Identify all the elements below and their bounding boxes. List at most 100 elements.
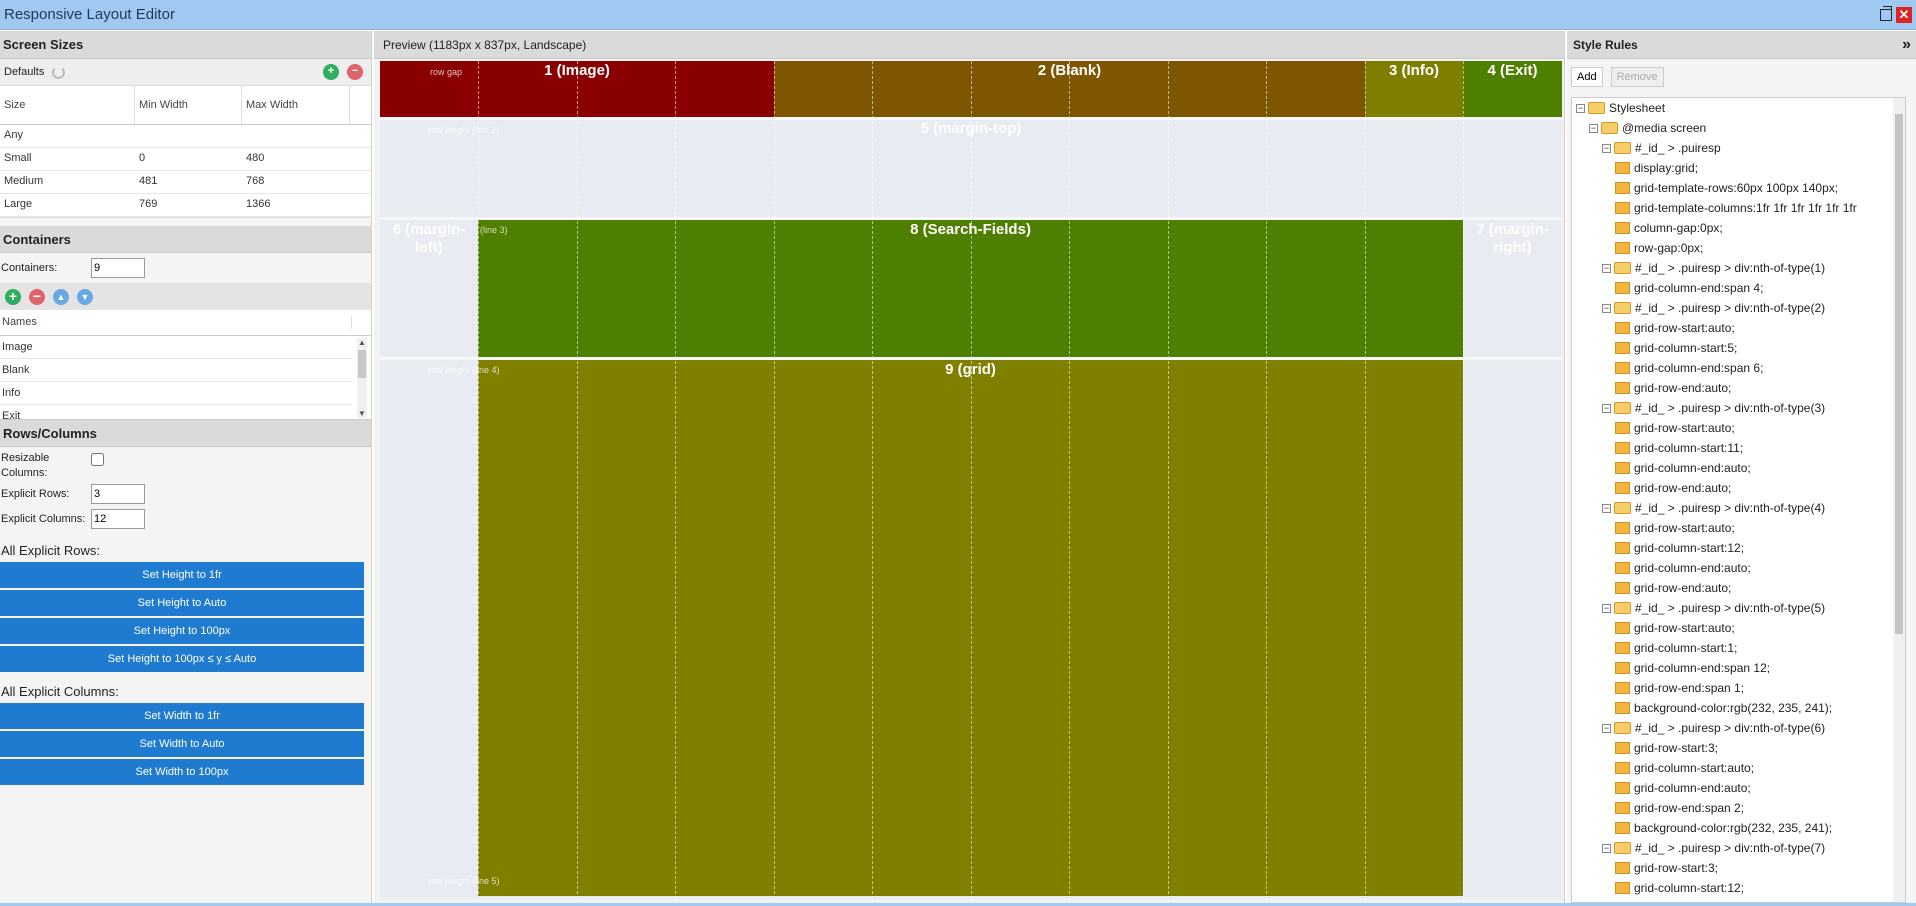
table-row[interactable]: Small 0 480	[0, 148, 371, 171]
set-height-auto-button[interactable]: Set Height to Auto	[0, 590, 364, 616]
tree-node-property[interactable]: grid-row-end:auto;	[1615, 478, 1731, 498]
tree-node-rule[interactable]: − #_id_ > .puiresp > div:nth-of-type(1)	[1602, 258, 1825, 278]
tree-node-property[interactable]: grid-row-start:auto;	[1615, 418, 1735, 438]
move-down-icon[interactable]: ▼	[77, 288, 93, 305]
tree-node-property[interactable]: grid-template-columns:1fr 1fr 1fr 1fr 1f…	[1615, 198, 1857, 218]
move-up-icon[interactable]: ▲	[53, 288, 69, 305]
collapse-node-icon[interactable]: −	[1602, 723, 1611, 733]
tree-node-property[interactable]: grid-template-rows:60px 100px 140px;	[1615, 178, 1838, 198]
remove-container-icon[interactable]: −	[29, 288, 45, 305]
resizable-columns-checkbox[interactable]	[91, 453, 104, 466]
tree-node-rule[interactable]: − Stylesheet	[1576, 98, 1665, 118]
table-row[interactable]: Large 769 1366	[0, 194, 371, 217]
tree-node-property[interactable]: background-color:rgb(232, 235, 241);	[1615, 698, 1832, 718]
list-item[interactable]: Image	[0, 336, 352, 359]
tree-node-rule[interactable]: − #_id_ > .puiresp > div:nth-of-type(4)	[1602, 498, 1825, 518]
close-icon[interactable]: ✕	[1896, 7, 1912, 23]
collapse-node-icon[interactable]: −	[1602, 263, 1611, 273]
tree-node-property[interactable]: grid-column-start:12;	[1615, 538, 1744, 558]
remove-screen-size-icon[interactable]: −	[347, 64, 363, 80]
folder-icon	[1615, 242, 1630, 254]
set-height-minmax-button[interactable]: Set Height to 100px ≤ y ≤ Auto	[0, 646, 364, 672]
tree-node-property[interactable]: grid-column-end:span 4;	[1615, 278, 1763, 298]
explicit-rows-input[interactable]	[91, 483, 145, 504]
tree-node-property[interactable]: row-gap:0px;	[1615, 238, 1703, 258]
collapse-node-icon[interactable]: −	[1602, 843, 1611, 853]
set-width-100px-button[interactable]: Set Width to 100px	[0, 759, 364, 785]
set-width-1fr-button[interactable]: Set Width to 1fr	[0, 703, 364, 729]
column-header-size[interactable]: Size	[0, 86, 135, 124]
tree-node-property[interactable]: background-color:rgb(232, 235, 241);	[1615, 818, 1832, 838]
tree-node-property[interactable]: grid-column-start:auto;	[1615, 758, 1754, 778]
restore-icon[interactable]	[1880, 6, 1892, 21]
tree-node-property[interactable]: grid-row-start:3;	[1615, 738, 1718, 758]
cell-margin-left[interactable]: 6 (margin-left)	[380, 220, 478, 899]
tree-node-rule[interactable]: − @media screen	[1589, 118, 1706, 138]
remove-rule-button[interactable]: Remove	[1610, 66, 1664, 87]
tree-node-rule[interactable]: − #_id_ > .puiresp > div:nth-of-type(6)	[1602, 718, 1825, 738]
collapse-node-icon[interactable]: −	[1589, 123, 1598, 133]
tree-node-property[interactable]: grid-row-start:auto;	[1615, 318, 1735, 338]
containers-count-input[interactable]	[91, 258, 145, 278]
table-row[interactable]: Medium 481 768	[0, 171, 371, 194]
add-rule-button[interactable]: Add	[1571, 66, 1603, 87]
tree-node-rule[interactable]: − #_id_ > .puiresp > div:nth-of-type(3)	[1602, 398, 1825, 418]
table-row[interactable]: Any	[0, 125, 371, 148]
column-header-min-width[interactable]: Min Width	[135, 86, 242, 124]
tree-node-property[interactable]: grid-column-end:auto;	[1615, 458, 1751, 478]
list-item[interactable]: Blank	[0, 359, 352, 382]
defaults-label: Defaults	[4, 66, 45, 78]
set-height-100px-button[interactable]: Set Height to 100px	[0, 618, 364, 644]
set-width-auto-button[interactable]: Set Width to Auto	[0, 731, 364, 757]
tree-node-rule[interactable]: − #_id_ > .puiresp > div:nth-of-type(7)	[1602, 838, 1825, 858]
tree-node-property[interactable]: grid-column-end:span 12;	[1615, 658, 1770, 678]
collapse-node-icon[interactable]: −	[1602, 143, 1611, 153]
tree-node-rule[interactable]: − #_id_ > .puiresp	[1602, 138, 1721, 158]
loading-spinner-icon	[52, 65, 66, 79]
add-screen-size-icon[interactable]: +	[323, 64, 339, 80]
tree-node-property[interactable]: grid-row-end:span 2;	[1615, 798, 1744, 818]
tree-node-property[interactable]: column-gap:0px;	[1615, 218, 1723, 238]
names-scrollbar[interactable]: ▲ ▼	[357, 338, 367, 418]
collapse-node-icon[interactable]: −	[1602, 603, 1611, 613]
explicit-columns-input[interactable]	[91, 508, 145, 529]
column-header-max-width[interactable]: Max Width	[242, 86, 350, 124]
set-height-1fr-button[interactable]: Set Height to 1fr	[0, 562, 364, 588]
tree-node-property[interactable]: grid-column-start:1;	[1615, 638, 1737, 658]
scroll-up-icon[interactable]: ▲	[358, 338, 366, 347]
tree-node-property[interactable]: grid-column-start:11;	[1615, 438, 1743, 458]
tree-node-property[interactable]: grid-column-end:span 6;	[1615, 358, 1763, 378]
tree-node-rule[interactable]: − #_id_ > .puiresp > div:nth-of-type(2)	[1602, 298, 1825, 318]
min-width-cell: 481	[139, 175, 158, 187]
tree-node-property[interactable]: grid-row-end:span 1;	[1615, 678, 1744, 698]
list-item[interactable]: Info	[0, 382, 352, 405]
cell-info[interactable]: 3 (Info)	[1365, 61, 1463, 117]
tree-node-property[interactable]: grid-row-start:auto;	[1615, 618, 1735, 638]
collapse-node-icon[interactable]: −	[1602, 303, 1611, 313]
scroll-thumb[interactable]	[358, 350, 366, 378]
tree-node-property[interactable]: display:grid;	[1615, 158, 1698, 178]
scroll-thumb[interactable]	[1895, 114, 1903, 634]
collapse-node-icon[interactable]: −	[1576, 103, 1585, 113]
cell-exit[interactable]: 4 (Exit)	[1463, 61, 1562, 117]
tree-node-property[interactable]: grid-row-end:auto;	[1615, 578, 1731, 598]
tree-node-rule[interactable]: − #_id_ > .puiresp > div:nth-of-type(5)	[1602, 598, 1825, 618]
tree-node-property[interactable]: grid-column-end:auto;	[1615, 558, 1751, 578]
list-item[interactable]: Exit	[0, 405, 352, 419]
tree-node-property[interactable]: grid-row-start:auto;	[1615, 518, 1735, 538]
cell-margin-right[interactable]: 7 (margin-right)	[1463, 220, 1562, 899]
collapse-panel-icon[interactable]: »	[1902, 36, 1911, 54]
tree-node-label: @media screen	[1622, 121, 1707, 135]
scroll-down-icon[interactable]: ▼	[358, 409, 366, 418]
tree-node-property[interactable]: grid-column-start:5;	[1615, 338, 1737, 358]
collapse-node-icon[interactable]: −	[1602, 503, 1611, 513]
tree-node-property[interactable]: grid-column-start:12;	[1615, 878, 1744, 898]
collapse-node-icon[interactable]: −	[1602, 403, 1611, 413]
tree-node-label: background-color:rgb(232, 235, 241);	[1634, 821, 1833, 835]
tree-node-property[interactable]: grid-column-end:auto;	[1615, 778, 1751, 798]
add-container-icon[interactable]: +	[5, 288, 21, 305]
tree-node-property[interactable]: grid-row-end:auto;	[1615, 378, 1731, 398]
tree-node-property[interactable]: grid-row-start:3;	[1615, 858, 1718, 878]
tree-scrollbar[interactable]	[1893, 98, 1905, 902]
folder-icon	[1614, 402, 1631, 414]
